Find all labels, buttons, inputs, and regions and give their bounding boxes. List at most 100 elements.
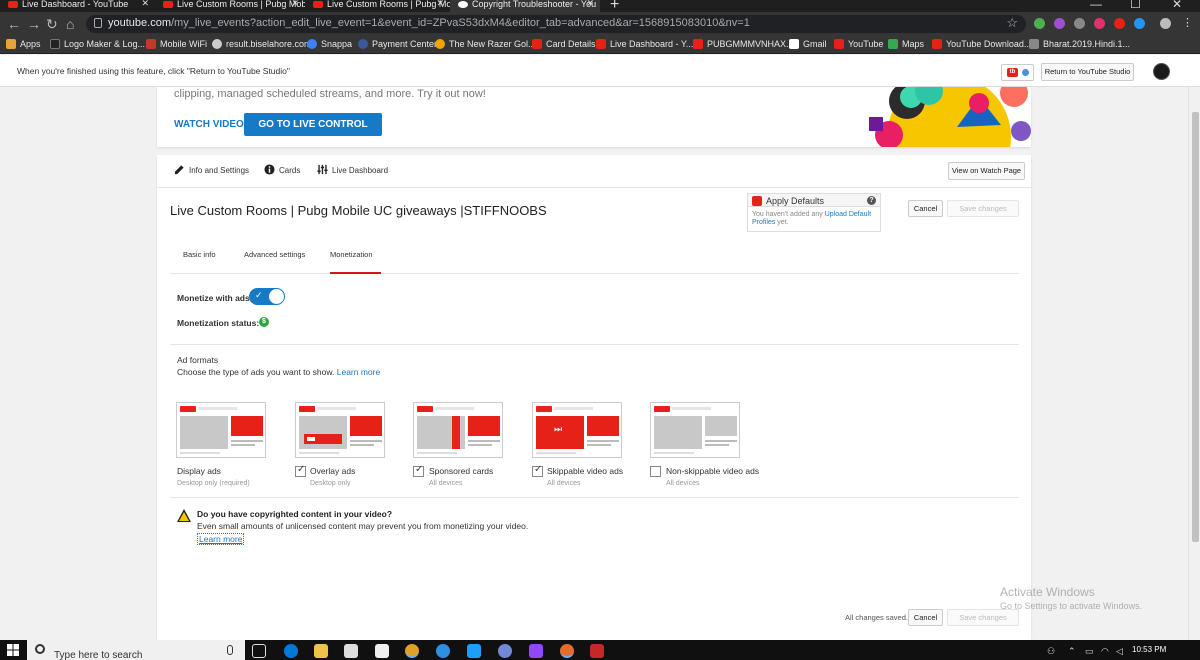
bookmark-item[interactable]: PUBGMMMVNHAX... bbox=[693, 39, 794, 49]
close-icon[interactable]: ✕ bbox=[436, 0, 444, 8]
instagram-icon[interactable] bbox=[1094, 18, 1105, 29]
tab-monetization[interactable]: Monetization bbox=[330, 250, 381, 274]
extension-icon[interactable] bbox=[1074, 18, 1085, 29]
skippable-video-ads-sub: All devices bbox=[547, 480, 581, 487]
watch-video-link[interactable]: WATCH VIDEO bbox=[174, 119, 244, 130]
task-view-icon[interactable] bbox=[252, 644, 266, 658]
battery-icon[interactable]: ▭ bbox=[1085, 646, 1094, 657]
browser-tab[interactable]: Live Custom Rooms | Pubg Mobi ✕ bbox=[155, 0, 305, 12]
page-scrollbar[interactable] bbox=[1188, 87, 1200, 640]
monetize-toggle[interactable]: ✓ bbox=[249, 288, 285, 305]
tubebuddy-button[interactable]: tb bbox=[1001, 64, 1034, 81]
app-icon[interactable] bbox=[560, 644, 574, 658]
extension-icon[interactable] bbox=[1034, 18, 1045, 29]
overlay-ads-label: Overlay ads bbox=[310, 466, 356, 476]
chevron-up-icon[interactable]: ⌃ bbox=[1068, 646, 1076, 657]
browser-tab[interactable]: Live Custom Rooms | Pubg Mobi ✕ bbox=[305, 0, 450, 12]
help-icon[interactable]: ? bbox=[867, 196, 876, 205]
close-icon[interactable]: ✕ bbox=[141, 0, 149, 8]
return-to-studio-button[interactable]: Return to YouTube Studio bbox=[1041, 63, 1134, 81]
new-tab-icon[interactable]: + bbox=[610, 0, 619, 12]
network-icon[interactable]: ◠ bbox=[1101, 646, 1109, 657]
windows-taskbar: Type here to search ⚇ ⌃ ▭ ◠ ◁ 10:53 PM bbox=[0, 640, 1200, 660]
browser-tab-active[interactable]: Copyright Troubleshooter - You ✕ bbox=[450, 0, 600, 12]
overlay-ads-sub: Desktop only bbox=[310, 480, 351, 487]
browser-tab[interactable]: Live Dashboard - YouTube ✕ bbox=[0, 0, 155, 12]
reload-icon[interactable]: ↻ bbox=[46, 16, 58, 33]
extension-icon[interactable] bbox=[1054, 18, 1065, 29]
people-icon[interactable]: ⚇ bbox=[1047, 646, 1055, 657]
bookmark-star-icon[interactable]: ☆ bbox=[1006, 15, 1018, 31]
bookmark-item[interactable]: YouTube Download... bbox=[932, 39, 1031, 49]
bookmark-item[interactable]: The New Razer Gol... bbox=[435, 39, 536, 49]
bookmark-item[interactable]: YouTube bbox=[834, 39, 883, 49]
youtube-icon bbox=[693, 39, 703, 49]
mail-icon[interactable] bbox=[375, 644, 389, 658]
bookmark-item[interactable]: result.biselahore.com bbox=[212, 39, 312, 49]
bookmark-item[interactable]: Mobile WiFi bbox=[146, 39, 207, 49]
taskbar-clock[interactable]: 10:53 PM bbox=[1132, 645, 1166, 654]
bookmark-favicon bbox=[532, 39, 542, 49]
bookmark-item[interactable]: Card Details bbox=[532, 39, 596, 49]
window-close-icon[interactable]: ✕ bbox=[1172, 0, 1182, 11]
discord-icon[interactable] bbox=[498, 644, 512, 658]
microphone-icon[interactable] bbox=[227, 645, 233, 655]
go-to-live-control-room-button[interactable]: GO TO LIVE CONTROL ROOM bbox=[244, 113, 382, 147]
scrollbar-thumb[interactable] bbox=[1192, 112, 1199, 542]
home-icon[interactable]: ⌂ bbox=[66, 16, 74, 32]
overlay-ads-checkbox[interactable]: ✓ bbox=[295, 464, 306, 477]
chrome-icon[interactable] bbox=[405, 644, 419, 658]
menu-kebab-icon[interactable]: ⋮ bbox=[1182, 18, 1193, 29]
tab-live-dashboard[interactable]: Live Dashboard bbox=[317, 164, 388, 175]
bookmark-item[interactable]: Snappa bbox=[307, 39, 352, 49]
store-icon[interactable] bbox=[344, 644, 358, 658]
non-skippable-video-ads-preview bbox=[650, 402, 740, 458]
bookmark-favicon bbox=[435, 39, 445, 49]
editor-top-tabs: Info and Settings Cards Live Dashboard V… bbox=[157, 155, 1031, 188]
url-input[interactable]: youtube.com/my_live_events?action_edit_l… bbox=[86, 15, 1026, 33]
back-icon[interactable]: ← bbox=[7, 16, 21, 32]
bookmark-item[interactable]: Bharat.2019.Hindi.1... bbox=[1029, 39, 1130, 49]
avatar[interactable] bbox=[1153, 63, 1170, 80]
tab-info-and-settings[interactable]: Info and Settings bbox=[174, 165, 249, 175]
app-icon[interactable] bbox=[467, 644, 481, 658]
close-icon[interactable]: ✕ bbox=[291, 0, 299, 8]
sponsored-cards-checkbox[interactable]: ✓ bbox=[413, 464, 424, 477]
profile-icon[interactable] bbox=[1160, 18, 1171, 29]
extension-icon[interactable] bbox=[1134, 18, 1145, 29]
forward-icon[interactable]: → bbox=[27, 16, 41, 32]
file-explorer-icon[interactable] bbox=[314, 644, 328, 658]
taskbar-search-input[interactable]: Type here to search bbox=[27, 640, 245, 660]
cancel-button-bottom[interactable]: Cancel bbox=[908, 609, 943, 626]
learn-more-link[interactable]: Learn more bbox=[337, 367, 380, 377]
sponsored-cards-label: Sponsored cards bbox=[429, 466, 494, 476]
bookmark-item[interactable]: Logo Maker & Log... bbox=[50, 39, 145, 49]
tab-basic-info[interactable]: Basic info bbox=[183, 250, 216, 274]
app-icon[interactable] bbox=[436, 644, 450, 658]
extension-icon[interactable] bbox=[1114, 18, 1125, 29]
save-changes-button-bottom[interactable]: Save changes bbox=[947, 609, 1019, 626]
edge-icon[interactable] bbox=[284, 644, 298, 658]
app-icon[interactable] bbox=[590, 644, 604, 658]
minimize-icon[interactable]: — bbox=[1090, 0, 1102, 11]
close-icon[interactable]: ✕ bbox=[586, 0, 594, 8]
maximize-icon[interactable]: ☐ bbox=[1130, 0, 1141, 11]
bookmark-item[interactable]: Gmail bbox=[789, 39, 827, 49]
bookmark-item[interactable]: Payment Center bbox=[358, 39, 437, 49]
windows-start-icon[interactable] bbox=[7, 644, 19, 656]
display-ads-sub: Desktop only (required) bbox=[177, 480, 250, 487]
skippable-video-ads-checkbox[interactable]: ✓ bbox=[532, 464, 543, 477]
bookmark-item[interactable]: Live Dashboard - Y... bbox=[596, 39, 693, 49]
tab-cards[interactable]: Cards bbox=[264, 164, 300, 175]
banner-text: clipping, managed scheduled streams, and… bbox=[174, 88, 486, 100]
app-icon[interactable] bbox=[529, 644, 543, 658]
view-on-watch-page-button[interactable]: View on Watch Page bbox=[948, 162, 1025, 180]
bookmark-item[interactable]: Maps bbox=[888, 39, 924, 49]
copyright-learn-more-link[interactable]: Learn more bbox=[197, 533, 245, 545]
save-changes-button[interactable]: Save changes bbox=[947, 200, 1019, 217]
bookmark-item[interactable]: Apps bbox=[6, 39, 41, 49]
non-skippable-video-ads-checkbox[interactable] bbox=[650, 466, 661, 477]
tab-advanced-settings[interactable]: Advanced settings bbox=[244, 250, 305, 274]
cancel-button[interactable]: Cancel bbox=[908, 200, 943, 217]
volume-icon[interactable]: ◁ bbox=[1116, 646, 1123, 657]
